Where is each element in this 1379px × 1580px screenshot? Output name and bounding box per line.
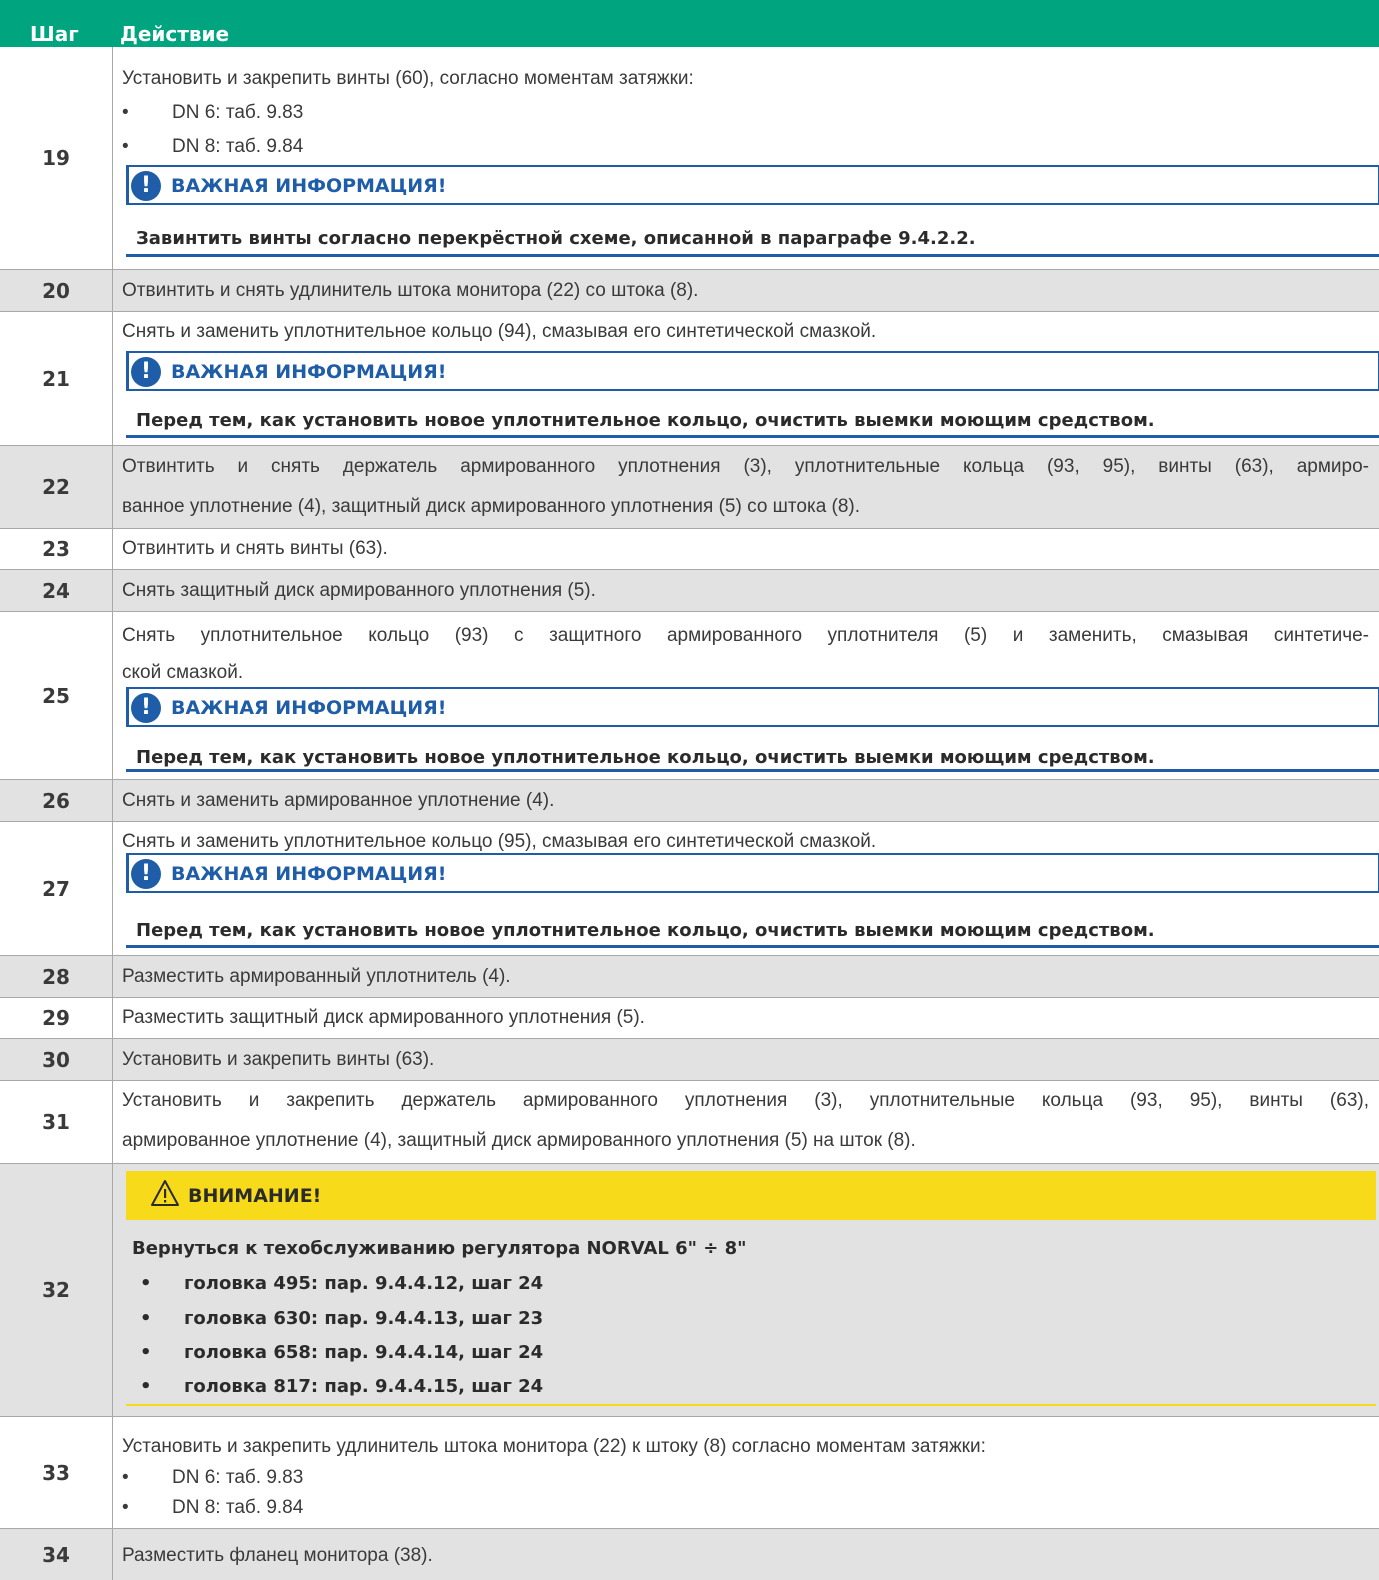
- warning-item: головка 495: пар. 9.4.4.12, шаг 24: [184, 1273, 544, 1294]
- step-row-19: 19 Установить и закрепить винты (60), со…: [0, 47, 1379, 270]
- step-number: 34: [42, 1542, 70, 1567]
- step-row-32: 32 ВНИМАНИЕ! Вернуться к техобслуживанию…: [0, 1164, 1379, 1417]
- step-text: Снять и заменить уплотнительное кольцо (…: [122, 321, 877, 342]
- notice-title: ВАЖНАЯ ИНФОРМАЦИЯ!: [171, 361, 447, 383]
- notice-text: Перед тем, как установить новое уплотнит…: [136, 410, 1155, 431]
- step-text: Отвинтить и снять винты (63).: [122, 538, 388, 559]
- step-number: 21: [42, 366, 70, 391]
- bullet: •: [140, 1342, 152, 1363]
- step-row-29: 29 Разместить защитный диск армированног…: [0, 998, 1379, 1039]
- step-number: 22: [42, 475, 70, 499]
- step-text: Разместить защитный диск армированного у…: [122, 1007, 645, 1028]
- warning-underline: [126, 1404, 1376, 1406]
- exclamation-icon: !: [131, 171, 161, 201]
- warning-item: головка 658: пар. 9.4.4.14, шаг 24: [184, 1342, 544, 1363]
- bullet-text: DN 6: таб. 9.83: [172, 1467, 304, 1488]
- step-text-line: Установить и закрепить держатель армиров…: [122, 1090, 1369, 1111]
- step-number: 32: [42, 1278, 70, 1302]
- step-row-22: 22 Отвинтить и снять держатель армирован…: [0, 446, 1379, 529]
- step-text-line: ванное уплотнение (4), защитный диск арм…: [122, 496, 861, 517]
- step-text: Установить и закрепить винты (63).: [122, 1049, 435, 1070]
- bullet: •: [122, 136, 129, 157]
- step-row-21: 21 Снять и заменить уплотнительное кольц…: [0, 312, 1379, 446]
- bullet-text: DN 6: таб. 9.83: [172, 102, 304, 123]
- warning-header: ВНИМАНИЕ!: [126, 1171, 1376, 1220]
- notice-title: ВАЖНАЯ ИНФОРМАЦИЯ!: [171, 863, 447, 885]
- exclamation-icon: !: [131, 693, 161, 723]
- action-column-header: Действие: [120, 22, 230, 46]
- step-row-23: 23 Отвинтить и снять винты (63).: [0, 529, 1379, 570]
- notice-title: ВАЖНАЯ ИНФОРМАЦИЯ!: [171, 175, 447, 197]
- warning-item: головка 817: пар. 9.4.4.15, шаг 24: [184, 1376, 544, 1397]
- step-row-30: 30 Установить и закрепить винты (63).: [0, 1039, 1379, 1081]
- bullet-text: DN 8: таб. 9.84: [172, 136, 304, 157]
- step-number: 23: [42, 537, 70, 561]
- bullet: •: [140, 1273, 152, 1294]
- step-number: 30: [42, 1047, 70, 1072]
- notice-underline: [126, 435, 1379, 438]
- important-notice: ! ВАЖНАЯ ИНФОРМАЦИЯ!: [126, 165, 1379, 205]
- step-text-line: армированное уплотнение (4), защитный ди…: [122, 1130, 916, 1151]
- step-row-27: 27 Снять и заменить уплотнительное кольц…: [0, 822, 1379, 956]
- notice-underline: [126, 254, 1379, 257]
- procedure-table: Шаг Действие 19 Установить и закрепить в…: [0, 0, 1379, 1580]
- warning-item: головка 630: пар. 9.4.4.13, шаг 23: [184, 1308, 544, 1329]
- notice-text: Завинтить винты согласно перекрёстной сх…: [136, 228, 976, 249]
- step-text: Снять и заменить армированное уплотнение…: [122, 790, 555, 811]
- step-number: 26: [42, 788, 70, 813]
- notice-text: Перед тем, как установить новое уплотнит…: [136, 920, 1155, 941]
- notice-underline: [126, 769, 1379, 772]
- exclamation-icon: !: [131, 859, 161, 889]
- step-text: Разместить армированный уплотнитель (4).: [122, 966, 511, 987]
- step-number: 27: [42, 876, 70, 901]
- step-number: 20: [42, 278, 70, 303]
- step-text: Снять защитный диск армированного уплотн…: [122, 580, 596, 601]
- notice-text: Перед тем, как установить новое уплотнит…: [136, 747, 1155, 768]
- step-number: 19: [42, 146, 70, 170]
- warning-triangle-icon: [151, 1180, 179, 1206]
- bullet-text: DN 8: таб. 9.84: [172, 1497, 304, 1518]
- bullet: •: [122, 102, 129, 123]
- bullet: •: [140, 1376, 152, 1397]
- step-row-28: 28 Разместить армированный уплотнитель (…: [0, 956, 1379, 998]
- step-number: 33: [42, 1460, 70, 1485]
- important-notice: ! ВАЖНАЯ ИНФОРМАЦИЯ!: [126, 687, 1379, 727]
- step-number: 29: [42, 1006, 70, 1030]
- warning-text: Вернуться к техобслуживанию регулятора N…: [132, 1238, 747, 1259]
- notice-title: ВАЖНАЯ ИНФОРМАЦИЯ!: [171, 697, 447, 719]
- step-number: 24: [42, 578, 70, 603]
- step-text: Установить и закрепить удлинитель штока …: [122, 1436, 986, 1457]
- important-notice: ! ВАЖНАЯ ИНФОРМАЦИЯ!: [126, 351, 1379, 391]
- step-row-26: 26 Снять и заменить армированное уплотне…: [0, 780, 1379, 822]
- step-text-line: ской смазкой.: [122, 662, 244, 683]
- step-text-line: Снять уплотнительное кольцо (93) с защит…: [122, 625, 1369, 646]
- step-text: Установить и закрепить винты (60), согла…: [122, 68, 694, 89]
- exclamation-icon: !: [131, 357, 161, 387]
- warning-title: ВНИМАНИЕ!: [188, 1185, 322, 1207]
- step-column-header: Шаг: [30, 22, 79, 46]
- step-text: Разместить фланец монитора (38).: [122, 1545, 433, 1566]
- table-header: Шаг Действие: [0, 0, 1379, 47]
- step-row-24: 24 Снять защитный диск армированного упл…: [0, 570, 1379, 612]
- step-text-line: Отвинтить и снять держатель армированног…: [122, 456, 1369, 477]
- step-row-33: 33 Установить и закрепить удлинитель што…: [0, 1417, 1379, 1529]
- step-number: 31: [42, 1110, 70, 1134]
- step-text: Отвинтить и снять удлинитель штока монит…: [122, 280, 699, 301]
- step-row-25: 25 Снять уплотнительное кольцо (93) с за…: [0, 612, 1379, 780]
- step-row-34: 34 Разместить фланец монитора (38).: [0, 1529, 1379, 1580]
- important-notice: ! ВАЖНАЯ ИНФОРМАЦИЯ!: [126, 853, 1379, 893]
- bullet: •: [140, 1308, 152, 1329]
- step-text: Снять и заменить уплотнительное кольцо (…: [122, 831, 877, 852]
- step-number: 28: [42, 964, 70, 989]
- bullet: •: [122, 1467, 129, 1488]
- step-row-20: 20 Отвинтить и снять удлинитель штока мо…: [0, 270, 1379, 312]
- notice-underline: [126, 945, 1379, 948]
- bullet: •: [122, 1497, 129, 1518]
- step-row-31: 31 Установить и закрепить держатель арми…: [0, 1081, 1379, 1164]
- step-number: 25: [42, 683, 70, 708]
